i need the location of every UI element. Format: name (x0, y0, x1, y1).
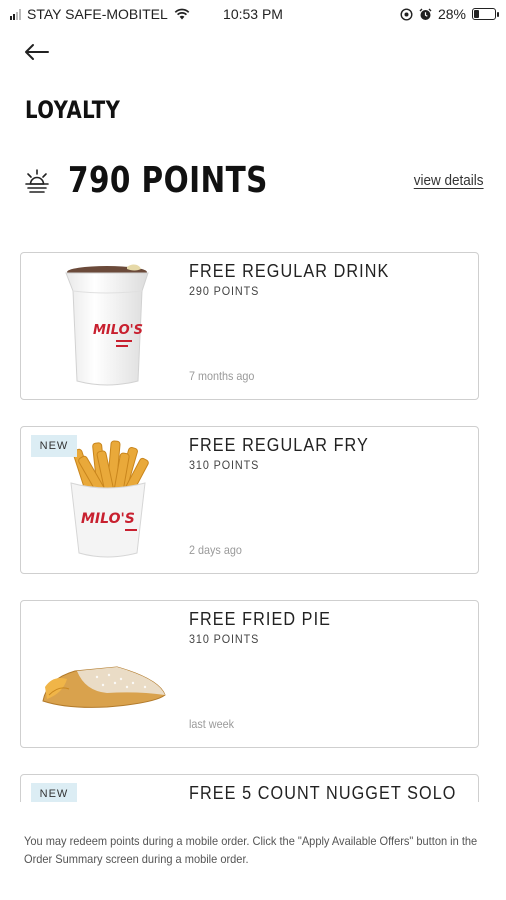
reward-name: FREE 5 COUNT NUGGET SOLO (189, 783, 457, 802)
fried-pie-image (42, 666, 166, 708)
signal-icon (10, 8, 21, 20)
reward-card[interactable]: MILO'S FREE REGULAR DRINK 290 POINTS 7 m… (20, 252, 479, 400)
reward-time: 7 months ago (189, 369, 255, 383)
milos-logo: MILO'S (81, 511, 135, 527)
reward-points: 310 POINTS (189, 458, 260, 472)
rewards-list[interactable]: MILO'S FREE REGULAR DRINK 290 POINTS 7 m… (0, 240, 506, 802)
reward-points: 290 POINTS (189, 284, 260, 298)
reward-name: FREE REGULAR DRINK (189, 261, 390, 281)
drink-cup-image: MILO'S (65, 264, 149, 386)
milos-logo: MILO'S (93, 323, 143, 338)
sunrise-icon (25, 169, 49, 193)
reward-time: last week (189, 717, 235, 731)
wifi-icon (174, 8, 190, 20)
location-icon (400, 7, 413, 21)
reward-card[interactable]: NEW MILO'S FREE REGULAR FRY 310 POINTS 2… (20, 426, 479, 574)
page-title: LOYALTY (25, 96, 121, 124)
points-balance: 790 POINTS (68, 160, 268, 201)
new-badge: NEW (31, 783, 77, 802)
redeem-instructions: You may redeem points during a mobile or… (24, 834, 478, 866)
battery-icon (472, 8, 499, 20)
reward-time: 2 days ago (189, 543, 242, 557)
arrow-left-icon[interactable] (22, 40, 54, 64)
reward-card[interactable]: NEW FREE 5 COUNT NUGGET SOLO (20, 774, 479, 802)
alarm-icon (419, 8, 432, 20)
carrier-name: STAY SAFE-MOBITEL (27, 6, 168, 22)
status-bar: STAY SAFE-MOBITEL 10:53 PM 28% (0, 0, 506, 28)
reward-name: FREE REGULAR FRY (189, 435, 369, 455)
new-badge: NEW (31, 435, 77, 457)
reward-name: FREE FRIED PIE (189, 609, 332, 629)
points-summary: 790 POINTS view details (24, 160, 484, 204)
reward-points: 310 POINTS (189, 632, 260, 646)
battery-percent: 28% (437, 6, 466, 22)
view-details-link[interactable]: view details (414, 172, 484, 189)
reward-card[interactable]: FREE FRIED PIE 310 POINTS last week (20, 600, 479, 748)
